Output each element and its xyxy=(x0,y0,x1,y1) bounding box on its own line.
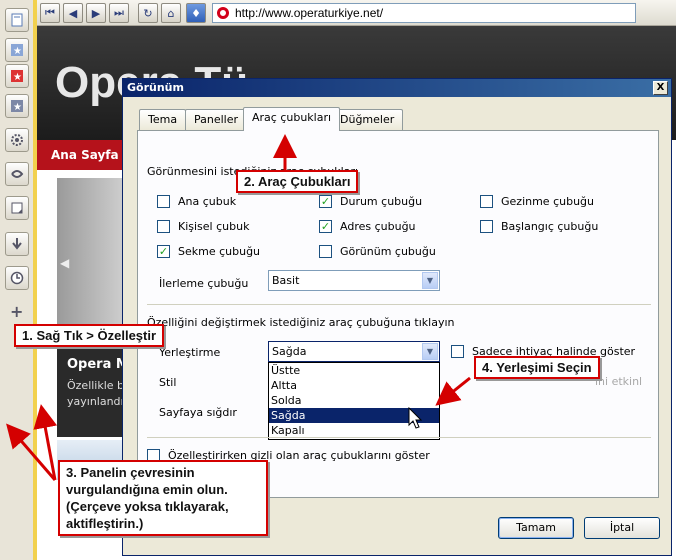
tab-toolbars[interactable]: Araç çubukları xyxy=(243,107,341,131)
annotation-step3-line1: 3. Panelin çevresinin xyxy=(66,465,195,480)
annotation-step3-line2: vurgulandığına emin olun. xyxy=(66,482,228,497)
annotation-step1: 1. Sağ Tık > Özelleştir xyxy=(14,324,165,347)
annotation-step3-line3: (Çerçeve yoksa tıklayarak, xyxy=(66,499,229,514)
annotation-step4: 4. Yerleşimi Seçin xyxy=(474,356,600,379)
arrow-step4 xyxy=(435,376,471,406)
annotation-step2: 2. Araç Çubukları xyxy=(236,170,359,193)
annotation-step3-line4: aktifleştirin.) xyxy=(66,516,144,531)
annotation-step3: 3. Panelin çevresinin vurgulandığına emi… xyxy=(58,460,268,536)
